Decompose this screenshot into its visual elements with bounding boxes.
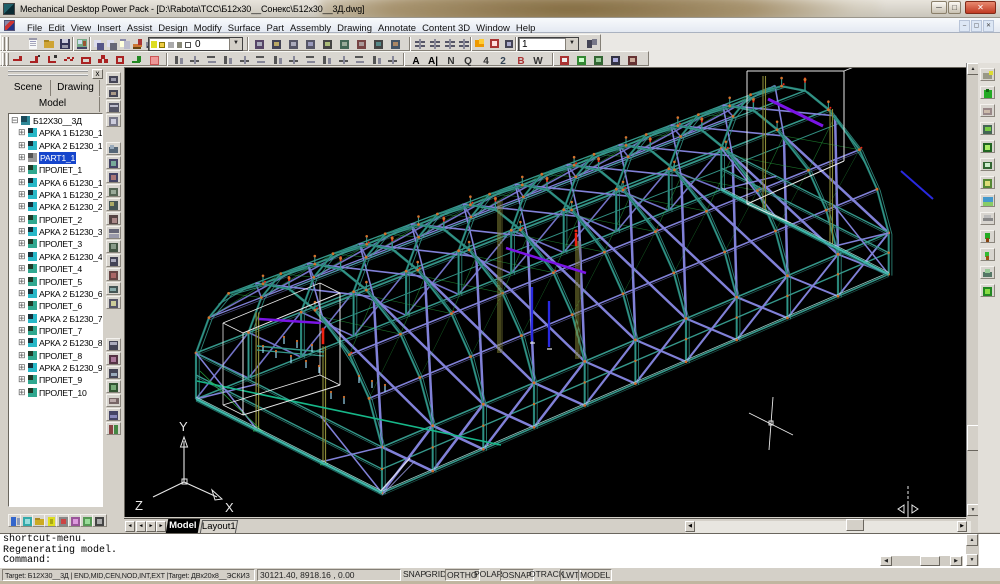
svg-text:X: X <box>225 500 234 515</box>
svg-text:Y: Y <box>179 419 188 434</box>
svg-text:Z: Z <box>135 498 143 513</box>
